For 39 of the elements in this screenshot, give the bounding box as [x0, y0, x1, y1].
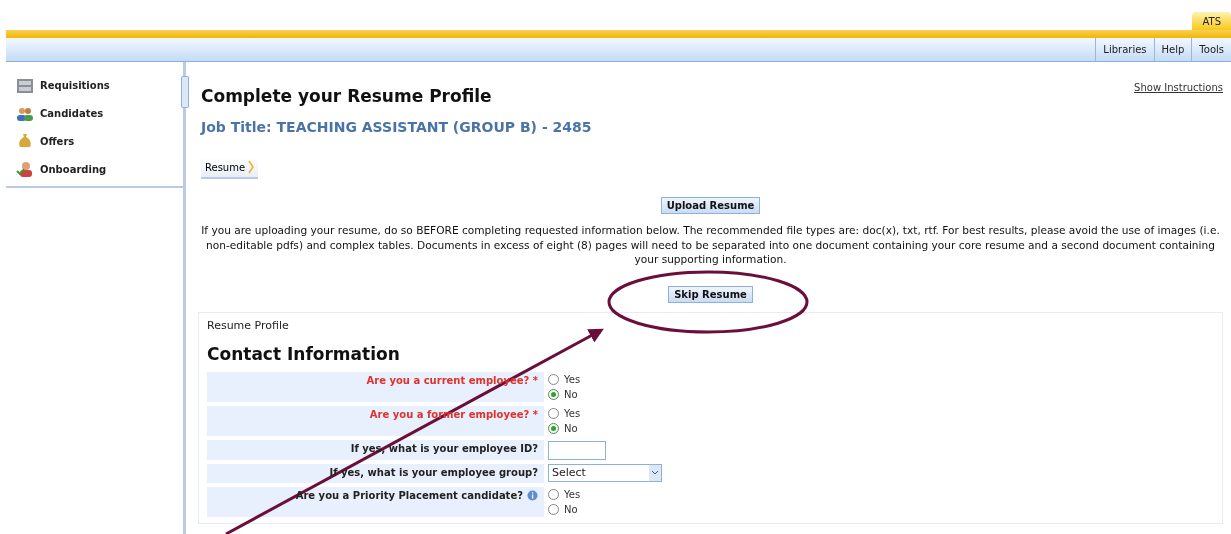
radio-option[interactable]: Yes — [548, 405, 1214, 421]
money-bag-icon — [16, 133, 34, 150]
show-instructions-link[interactable]: Show Instructions — [1134, 82, 1223, 93]
radio-option[interactable]: No — [548, 386, 1214, 402]
info-icon[interactable] — [527, 489, 538, 501]
cabinet-icon — [16, 77, 34, 94]
menu-item[interactable]: Tools — [1191, 38, 1231, 61]
upload-notice: If you are uploading your resume, do so BEFORE completing requested information below. The recommended file types are: doc(x), txt, rtf. For best results, please avoid the use of images (i.e. non-editable pdfs) and complex tables. Documents in excess of eight (8) pages will need to be separated into one document containing your core resume and a second document containing your supporting information. — [200, 223, 1221, 267]
employee-group-select[interactable]: Select — [548, 463, 662, 482]
people-icon — [16, 105, 34, 122]
field-label: Are you a Priority Placement candidate? — [295, 489, 523, 501]
radio-button[interactable] — [548, 388, 559, 400]
resume-step[interactable]: Resume — [201, 157, 259, 179]
radio-option[interactable]: No — [548, 420, 1214, 436]
sidebar-item[interactable]: Onboarding — [16, 160, 183, 178]
sidebar-item[interactable]: Offers — [16, 132, 183, 151]
radio-button[interactable] — [548, 503, 559, 515]
radio-option[interactable]: No — [548, 501, 1214, 517]
radio-button[interactable] — [548, 373, 559, 385]
radio-option[interactable]: Yes — [548, 486, 1214, 502]
skip-resume-button[interactable]: Skip Resume — [668, 285, 753, 303]
app-tab[interactable]: ATS — [1192, 12, 1231, 30]
section-heading: Contact Information — [207, 343, 401, 364]
job-title: Job Title: TEACHING ASSISTANT (GROUP B) - 2485 — [201, 119, 593, 135]
employee-id-field[interactable] — [548, 440, 606, 460]
radio-button[interactable] — [548, 407, 559, 419]
radio-button[interactable] — [548, 422, 559, 434]
menu-item[interactable]: Libraries — [1095, 38, 1154, 61]
sidebar-item[interactable]: Candidates — [16, 104, 183, 123]
chevron-icon — [248, 160, 255, 174]
sidebar-item[interactable]: Requisitions — [16, 77, 183, 95]
upload-resume-button[interactable]: Upload Resume — [660, 197, 761, 214]
collapse-handle[interactable] — [181, 76, 189, 108]
radio-button[interactable] — [548, 488, 559, 500]
menu-item[interactable]: Help — [1153, 38, 1192, 61]
radio-option[interactable]: Yes — [548, 371, 1214, 387]
panel-header: Resume Profile — [207, 318, 290, 332]
person-icon — [16, 161, 34, 178]
page-title: Complete your Resume Profile — [201, 86, 492, 106]
